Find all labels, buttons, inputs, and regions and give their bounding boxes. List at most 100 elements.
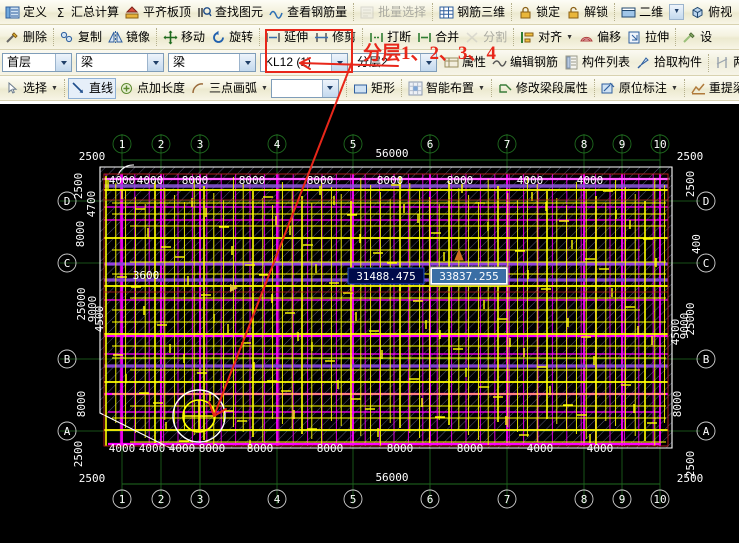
edit-label: 复制 (78, 29, 103, 44)
draw-point-length[interactable]: 点加长度 (116, 78, 188, 99)
grid-label-left-D: D (64, 195, 71, 208)
combobar-pick-component[interactable]: 拾取构件 (633, 52, 705, 73)
grid-label-top-3: 3 (197, 138, 204, 151)
tool-label: 汇总计算 (71, 4, 120, 19)
draw-line[interactable]: 直线 (67, 77, 116, 99)
draw-label: 修改梁段属性 (515, 80, 588, 95)
cad-svg[interactable]: 1 2 3 4 5 6 7 8 9 10 1 2 3 4 5 6 7 8 9 10 D C B A D C B A 56000 56000… (0, 104, 739, 543)
tool-sigma[interactable]: Σ 汇总计算 (50, 2, 122, 23)
toolbar-separator (513, 28, 515, 46)
sigma-icon: Σ (53, 5, 68, 20)
edit-trim[interactable]: 修剪 (311, 27, 359, 48)
dim-span-bottom-3: 8000 (199, 442, 226, 455)
draw-insitu-label[interactable]: 原位标注 ▼ (598, 78, 681, 99)
extend-icon (266, 30, 281, 45)
grid-label-bottom-2: 2 (158, 493, 165, 506)
grid-label-left-C: C (64, 257, 71, 270)
coord-y-value: 33837.255 (439, 270, 499, 283)
draw-label: 矩形 (370, 80, 395, 95)
chevron-down-icon[interactable] (55, 54, 71, 71)
floor-select[interactable]: 首层 (2, 53, 72, 72)
edit-offset[interactable]: 偏移 (576, 27, 624, 48)
rebar-3d-icon (439, 5, 454, 20)
chevron-down-icon[interactable]: ▼ (261, 85, 268, 92)
edit-set[interactable]: 设 (679, 27, 715, 48)
grid-label-right-A: A (703, 425, 710, 438)
chevron-down-icon[interactable] (239, 54, 255, 71)
chevron-down-icon[interactable]: ▼ (671, 85, 678, 92)
draw-rectangle[interactable]: 矩形 (350, 78, 398, 99)
dim-left-2: 8000 (74, 221, 87, 248)
chevron-down-icon[interactable]: ▼ (669, 4, 685, 20)
arc-param-select[interactable] (270, 78, 339, 98)
main-toolbar: 定义 Σ 汇总计算 平齐板顶 查找图元 查看钢筋量 批量选择 钢筋三维 锁定 解锁 二维 ▼ 俯视 (0, 0, 739, 25)
cad-drawing-area[interactable]: 1 2 3 4 5 6 7 8 9 10 1 2 3 4 5 6 7 8 9 10 D C B A D C B A 56000 56000… (0, 104, 739, 543)
grid-label-top-8: 8 (581, 138, 588, 151)
chevron-down-icon[interactable] (321, 79, 338, 97)
draw-label: 点加长度 (136, 80, 185, 95)
move-icon (163, 30, 178, 45)
edit-move[interactable]: 移动 (160, 27, 208, 48)
combobar-edit-rebar[interactable]: 编辑钢筋 (489, 52, 561, 73)
grid-label-top-2: 2 (158, 138, 165, 151)
edit-align[interactable]: 对齐 ▼ (517, 27, 576, 48)
grid-label-bottom-10: 10 (653, 493, 666, 506)
chevron-down-icon[interactable] (147, 54, 163, 71)
draw-smart-layout[interactable]: 智能布置 ▼ (405, 78, 488, 99)
edit-delete[interactable]: 删除 (2, 27, 50, 48)
draw-modify-beam[interactable]: 修改梁段属性 (495, 78, 591, 99)
trim-icon (314, 30, 329, 45)
tool-rebar-3d[interactable]: 钢筋三维 (436, 2, 508, 23)
tool-define[interactable]: 定义 (2, 2, 50, 23)
dim-top-total: 56000 (375, 147, 408, 160)
grid-label-bottom-4: 4 (274, 493, 281, 506)
top-view-button[interactable]: 俯视 (687, 2, 735, 23)
chevron-down-icon[interactable]: ▼ (566, 34, 573, 41)
mirror-icon (108, 30, 123, 45)
dim-span-top-0: 4000 (109, 174, 136, 187)
tool-find-element[interactable]: 查找图元 (194, 2, 266, 23)
edit-rotate[interactable]: 旋转 (208, 27, 256, 48)
annotation-note-text: 分层1、2、3、4 (363, 43, 497, 64)
edit-stretch[interactable]: 拉伸 (624, 27, 672, 48)
inner-dim-label: 3600 (133, 269, 160, 282)
chevron-down-icon[interactable]: ▼ (478, 85, 485, 92)
toolbar-separator (708, 53, 710, 72)
edit-mirror[interactable]: 镜像 (105, 27, 153, 48)
edit-copy[interactable]: 复制 (57, 27, 105, 48)
tool-lock[interactable]: 锁定 (515, 2, 563, 23)
plane-2d-icon (621, 5, 636, 20)
tool-view-rebar[interactable]: 查看钢筋量 (266, 2, 350, 23)
tool-unlock[interactable]: 解锁 (563, 2, 611, 23)
combobar-two-point[interactable]: 两点 (712, 52, 739, 73)
align-icon (520, 30, 535, 45)
draw-label: 直线 (88, 80, 113, 95)
dim-bottom-total: 56000 (375, 471, 408, 484)
rotate-icon (211, 30, 226, 45)
edit-label: 对齐 (538, 29, 563, 44)
category-select-value: 梁 (81, 55, 94, 69)
toolbar-separator (614, 3, 616, 21)
draw-re-extract-span[interactable]: 重提梁跨 (688, 78, 739, 99)
tool-align-slab[interactable]: 平齐板顶 (122, 2, 194, 23)
edit-extend[interactable]: 延伸 (263, 27, 311, 48)
draw-label: 三点画弧 (208, 80, 257, 95)
view-mode-button[interactable]: 二维 (618, 2, 666, 23)
chevron-down-icon[interactable]: ▼ (51, 85, 58, 92)
combobar-component-list[interactable]: 构件列表 (561, 52, 633, 73)
dim-span-bottom-1: 4000 (139, 442, 166, 455)
toolbar-separator (675, 28, 677, 46)
view-mode-dropdown[interactable]: ▼ (666, 2, 687, 23)
toolbar-separator (490, 79, 492, 97)
category-select[interactable]: 梁 (76, 53, 164, 72)
subcategory-select[interactable]: 梁 (168, 53, 256, 72)
draw-cursor[interactable]: 选择 ▼ (2, 78, 61, 99)
toolbar-separator (593, 79, 595, 97)
view-rebar-icon (269, 5, 284, 20)
component-select[interactable]: KL12 (1) (260, 53, 348, 72)
drawing-toolbar: 选择▼ 直线 点加长度 三点画弧 ▼ 矩形智能布置▼ 修改梁段属性原位标注▼ 重提梁跨 (0, 76, 739, 101)
draw-three-point-arc[interactable]: 三点画弧 ▼ (188, 78, 271, 99)
tool-label: 解锁 (584, 4, 609, 19)
tool-label: 查找图元 (215, 4, 264, 19)
chevron-down-icon[interactable] (331, 54, 347, 71)
